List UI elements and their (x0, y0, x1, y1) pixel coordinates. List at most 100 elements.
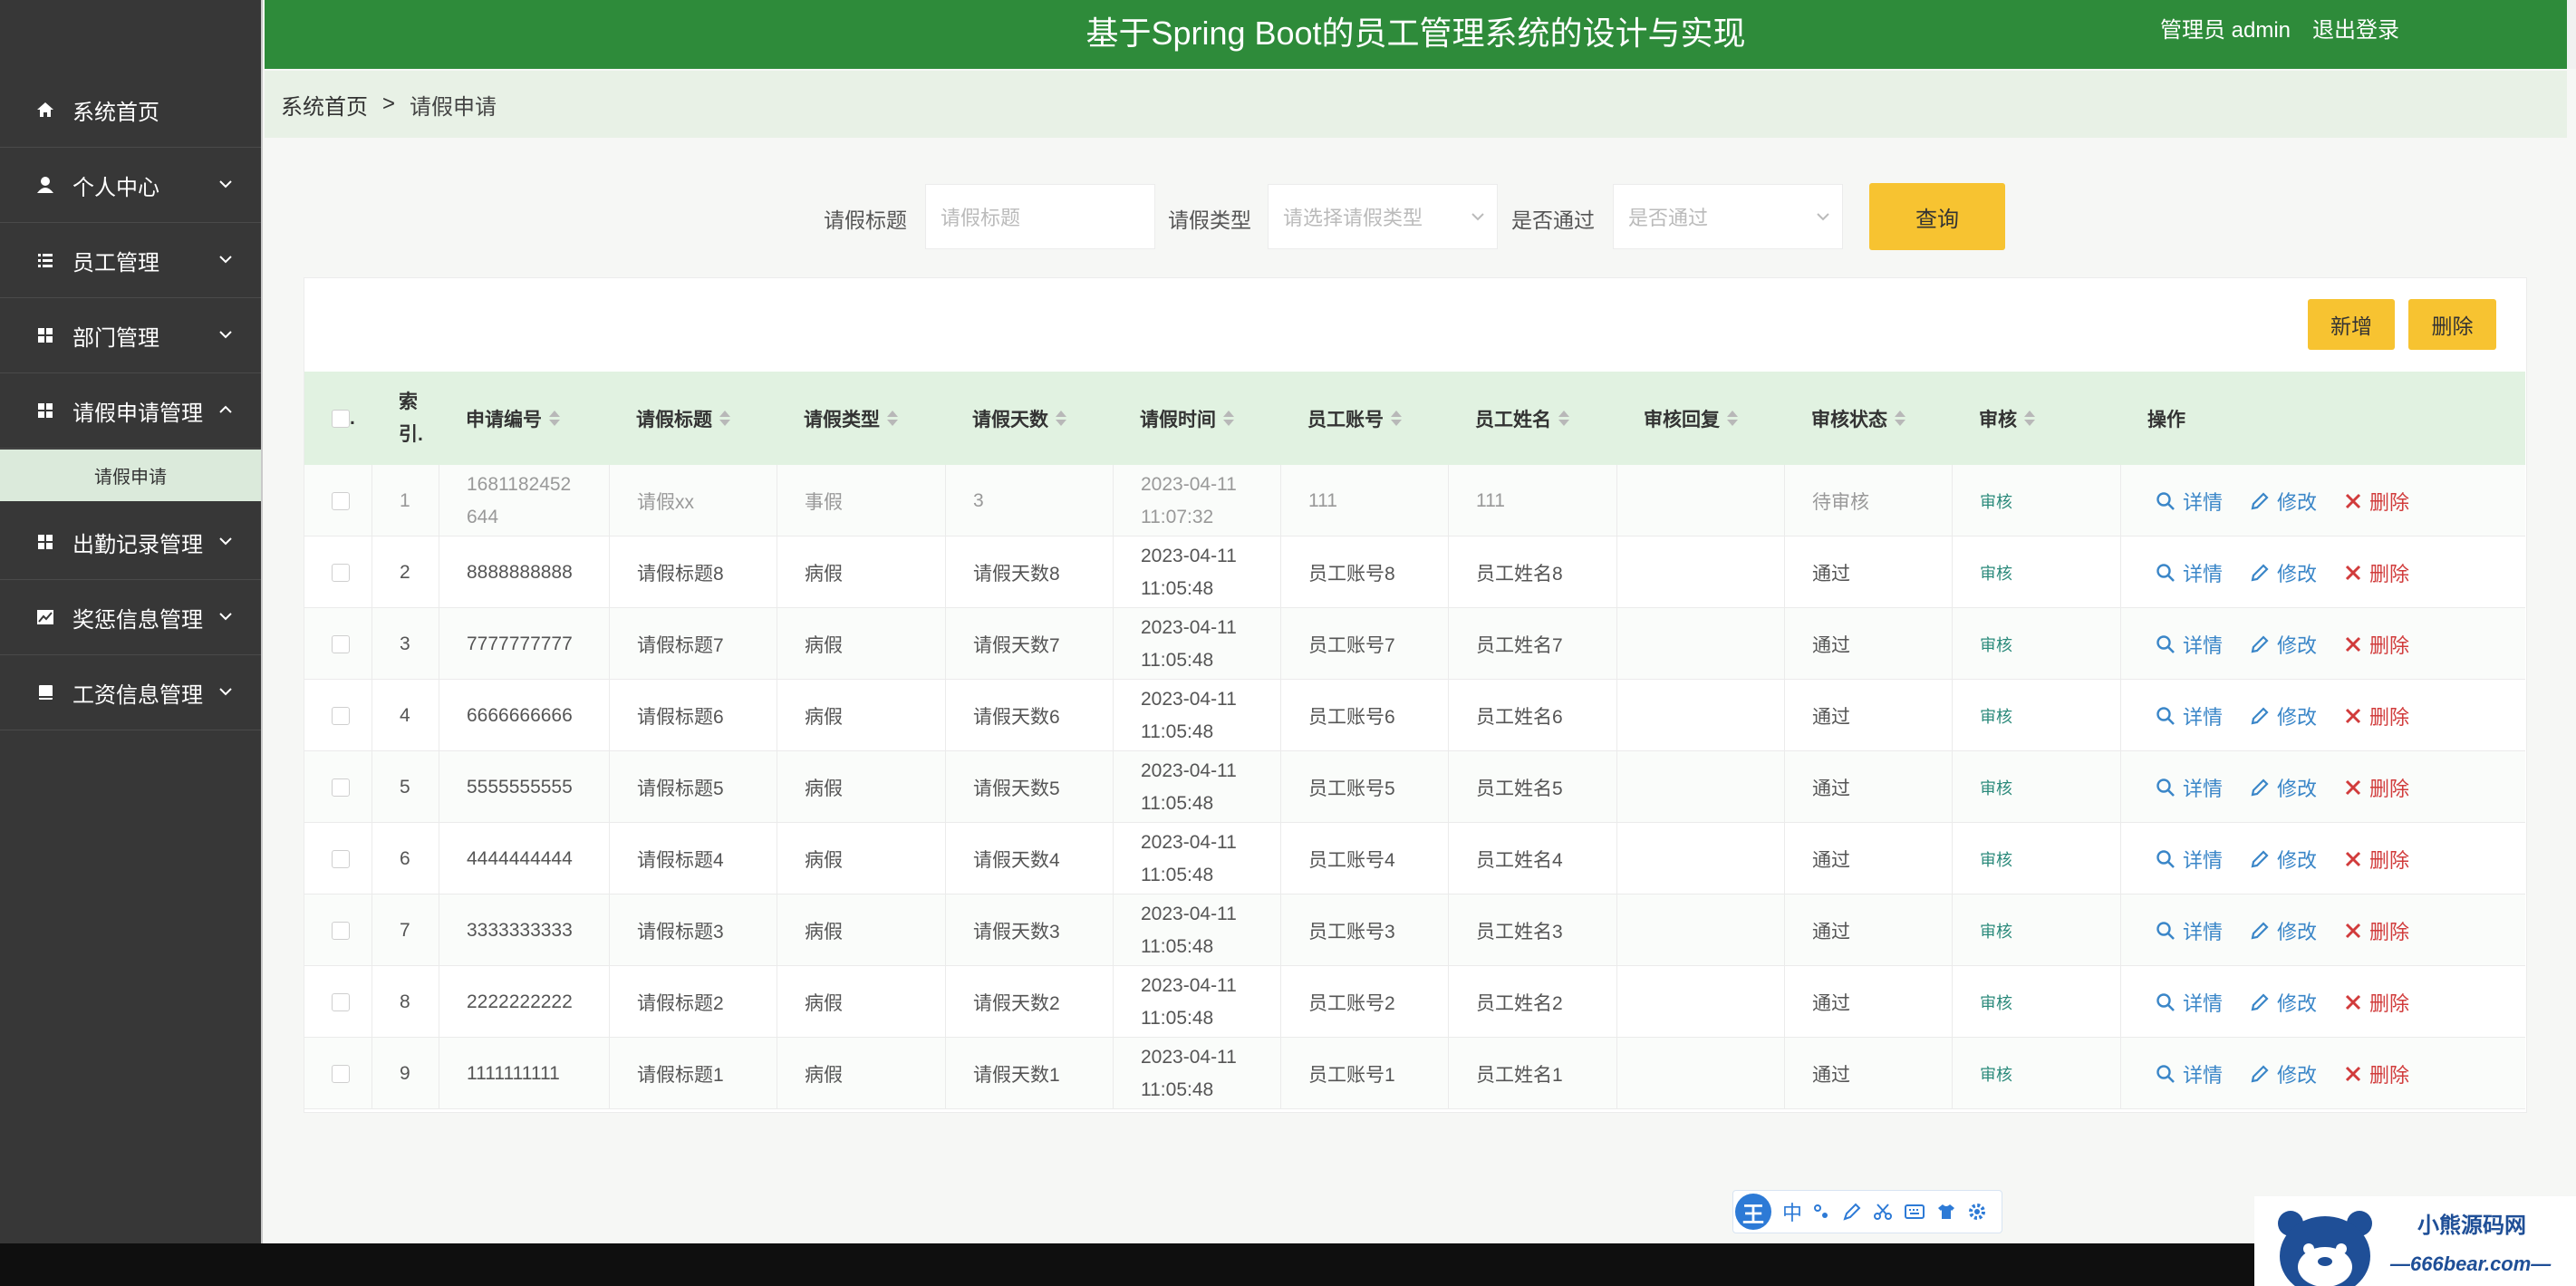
sort-icon[interactable] (1391, 411, 1402, 426)
edit-button[interactable]: 修改 (2250, 988, 2317, 1017)
audit-link[interactable]: 审核 (1980, 1062, 2012, 1086)
search-title-input[interactable]: 请假标题 (925, 184, 1155, 249)
delete-button[interactable]: 删除 (2344, 916, 2409, 945)
delete-button[interactable]: 删除 (2344, 558, 2409, 587)
sidebar-item-7[interactable]: 奖惩信息管理 (0, 580, 261, 655)
sort-icon[interactable] (887, 411, 898, 426)
sidebar-item-1[interactable]: 系统首页 (0, 73, 261, 148)
sort-icon[interactable] (549, 411, 560, 426)
scissors-icon[interactable] (1873, 1202, 1893, 1222)
cell-reply (1616, 1038, 1784, 1109)
row-checkbox[interactable] (332, 1064, 350, 1083)
sidebar-subitem-leave-request[interactable]: 请假申请 (0, 450, 261, 501)
sort-icon[interactable] (1895, 411, 1905, 426)
header-col-7[interactable]: 员工姓名 (1475, 372, 1569, 465)
header-checkbox-cell[interactable]: . (332, 372, 355, 465)
header-col-1[interactable]: 申请编号 (466, 372, 560, 465)
skin-icon[interactable] (1936, 1202, 1956, 1222)
detail-button[interactable]: 详情 (2156, 916, 2223, 945)
row-checkbox[interactable] (332, 778, 350, 797)
delete-button[interactable]: 删除 (2344, 487, 2409, 516)
delete-button[interactable]: 删除 (2344, 1059, 2409, 1088)
delete-button[interactable]: 删除 (2344, 701, 2409, 730)
detail-button[interactable]: 详情 (2156, 630, 2223, 659)
select-all-checkbox[interactable] (332, 409, 350, 428)
search-type-select[interactable]: 请选择请假类型 (1268, 184, 1498, 249)
sidebar-item-5[interactable]: 请假申请管理 (0, 373, 261, 449)
sort-icon[interactable] (1558, 411, 1569, 426)
settings-icon[interactable] (1967, 1202, 1987, 1222)
close-icon (2345, 779, 2361, 795)
row-checkbox[interactable] (332, 634, 350, 653)
edit-button[interactable]: 修改 (2250, 630, 2317, 659)
header-col-8[interactable]: 审核回复 (1644, 372, 1738, 465)
audit-link[interactable]: 审核 (1980, 776, 2012, 799)
header-col-6[interactable]: 员工账号 (1307, 372, 1402, 465)
row-checkbox-cell (304, 751, 371, 823)
edit-button[interactable]: 修改 (2250, 701, 2317, 730)
audit-link[interactable]: 审核 (1980, 704, 2012, 728)
row-checkbox[interactable] (332, 849, 350, 868)
audit-link[interactable]: 审核 (1980, 919, 2012, 943)
edit-button[interactable]: 修改 (2250, 845, 2317, 874)
breadcrumb-home[interactable]: 系统首页 (281, 89, 368, 121)
audit-link[interactable]: 审核 (1980, 561, 2012, 585)
detail-button[interactable]: 详情 (2156, 1059, 2223, 1088)
sort-icon[interactable] (2024, 411, 2035, 426)
pen-icon[interactable] (1842, 1202, 1862, 1222)
header-col-5[interactable]: 请假时间 (1140, 372, 1234, 465)
sidebar-item-4[interactable]: 部门管理 (0, 298, 261, 373)
admin-label: 管理员 admin (2160, 18, 2291, 43)
detail-button[interactable]: 详情 (2156, 845, 2223, 874)
edit-icon (2251, 849, 2269, 867)
sidebar-item-2[interactable]: 个人中心 (0, 148, 261, 223)
detail-button[interactable]: 详情 (2156, 988, 2223, 1017)
audit-link[interactable]: 审核 (1980, 847, 2012, 871)
add-button[interactable]: 新增 (2308, 299, 2395, 350)
sort-icon[interactable] (1727, 411, 1738, 426)
logout-link[interactable]: 退出登录 (2312, 12, 2399, 44)
sort-icon[interactable] (1223, 411, 1234, 426)
ime-punct-icon[interactable] (1813, 1203, 1831, 1221)
detail-button[interactable]: 详情 (2156, 487, 2223, 516)
audit-link[interactable]: 审核 (1980, 633, 2012, 656)
delete-button[interactable]: 删除 (2344, 630, 2409, 659)
edit-button[interactable]: 修改 (2250, 773, 2317, 802)
detail-button[interactable]: 详情 (2156, 773, 2223, 802)
search-pass-select[interactable]: 是否通过 (1613, 184, 1843, 249)
edit-button[interactable]: 修改 (2250, 558, 2317, 587)
audit-link[interactable]: 审核 (1980, 489, 2012, 513)
ime-toolbar[interactable]: 王 中 (1732, 1190, 2002, 1233)
row-checkbox[interactable] (332, 563, 350, 582)
row-checkbox[interactable] (332, 491, 350, 510)
sort-icon[interactable] (719, 411, 730, 426)
header-col-2[interactable]: 请假标题 (636, 372, 730, 465)
delete-selected-button[interactable]: 删除 (2408, 299, 2496, 350)
query-button[interactable]: 查询 (1869, 183, 2005, 250)
header-col-4[interactable]: 请假天数 (972, 372, 1066, 465)
cell-audit: 审核 (1952, 751, 2120, 823)
sort-icon[interactable] (1056, 411, 1066, 426)
edit-button[interactable]: 修改 (2250, 916, 2317, 945)
header-label: 请假时间 (1140, 409, 1216, 430)
detail-button[interactable]: 详情 (2156, 558, 2223, 587)
keyboard-icon[interactable] (1904, 1203, 1925, 1221)
row-checkbox[interactable] (332, 706, 350, 725)
ime-mode[interactable]: 中 (1782, 1197, 1802, 1226)
sidebar-item-8[interactable]: 工资信息管理 (0, 655, 261, 730)
header-col-10[interactable]: 审核 (1979, 372, 2035, 465)
edit-button[interactable]: 修改 (2250, 1059, 2317, 1088)
delete-button[interactable]: 删除 (2344, 845, 2409, 874)
delete-button[interactable]: 删除 (2344, 773, 2409, 802)
table-row: 6 4444444444 请假标题4 病假 请假天数4 2023-04-11 11:05:… (304, 823, 2525, 894)
audit-link[interactable]: 审核 (1980, 991, 2012, 1014)
sidebar-item-6[interactable]: 出勤记录管理 (0, 505, 261, 580)
row-checkbox[interactable] (332, 992, 350, 1011)
header-col-3[interactable]: 请假类型 (804, 372, 898, 465)
edit-button[interactable]: 修改 (2250, 487, 2317, 516)
sidebar-item-3[interactable]: 员工管理 (0, 223, 261, 298)
header-col-9[interactable]: 审核状态 (1811, 372, 1905, 465)
detail-button[interactable]: 详情 (2156, 701, 2223, 730)
delete-button[interactable]: 删除 (2344, 988, 2409, 1017)
row-checkbox[interactable] (332, 921, 350, 940)
